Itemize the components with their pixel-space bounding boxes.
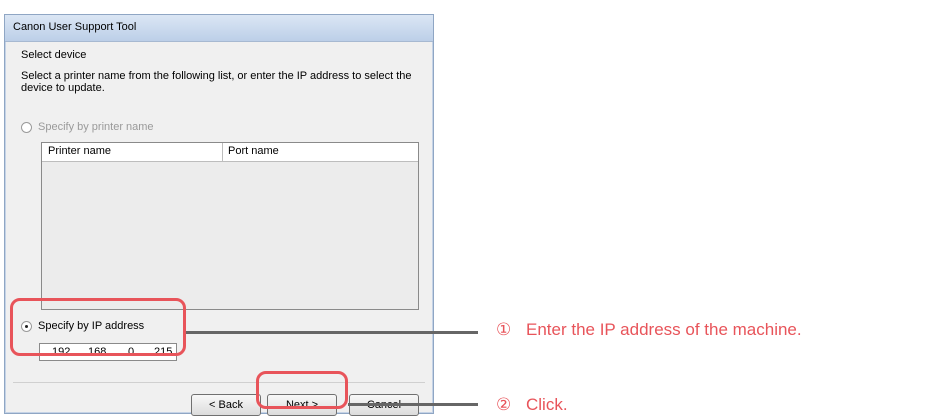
next-highlight-box [256, 371, 348, 409]
callout-2-text: Click. [525, 395, 568, 414]
list-header: Printer name Port name [42, 143, 418, 162]
callout-1-number: ① [496, 320, 512, 339]
callout-line-1 [186, 331, 478, 334]
callout-line-2 [348, 403, 478, 406]
radio-specify-by-printer-name-label: Specify by printer name [38, 121, 154, 133]
section-title: Select device [21, 49, 87, 61]
back-button[interactable]: < Back [191, 394, 261, 416]
column-header-printer-name[interactable]: Printer name [48, 145, 111, 157]
radio-button-icon [21, 121, 32, 133]
column-header-port-name[interactable]: Port name [228, 145, 279, 157]
callout-2-number: ② [496, 395, 512, 414]
title-bar: Canon User Support Tool [5, 15, 433, 42]
column-separator[interactable] [222, 143, 223, 161]
ip-highlight-box [10, 298, 186, 356]
callout-1: ① Enter the IP address of the machine. [496, 320, 802, 340]
window-title: Canon User Support Tool [13, 21, 137, 33]
divider [13, 382, 425, 383]
instruction-text: Select a printer name from the following… [21, 70, 412, 94]
printer-list[interactable]: Printer name Port name [41, 142, 419, 310]
callout-1-text: Enter the IP address of the machine. [525, 320, 802, 339]
callout-2: ② Click. [496, 395, 568, 415]
page: Canon User Support Tool Select device Se… [0, 0, 928, 420]
radio-specify-by-printer-name[interactable]: Specify by printer name [21, 121, 154, 133]
